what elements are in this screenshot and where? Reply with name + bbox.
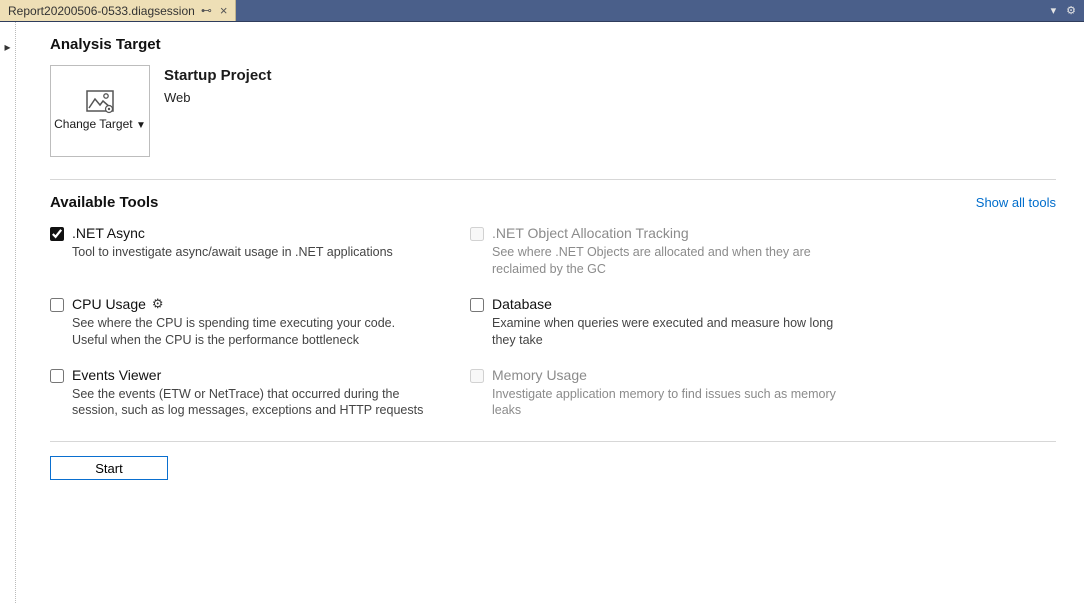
show-all-tools-link[interactable]: Show all tools [976, 195, 1056, 210]
tool-events-viewer: Events Viewer See the events (ETW or NetT… [50, 367, 450, 420]
tool-checkbox-cpu-usage[interactable] [50, 298, 64, 312]
tool-checkbox-events-viewer[interactable] [50, 369, 64, 383]
chevron-down-icon: ▼ [136, 120, 146, 131]
tools-grid: .NET Async Tool to investigate async/awai… [50, 225, 870, 419]
tool-memory-usage: Memory Usage Investigate application memo… [470, 367, 870, 420]
project-subtitle: Web [164, 90, 272, 105]
tool-checkbox-net-async[interactable] [50, 227, 64, 241]
divider [50, 441, 1056, 442]
analysis-target-row: Change Target ▼ Startup Project Web [50, 65, 1056, 157]
tool-name: Database [492, 296, 552, 312]
pin-icon[interactable]: ⊷ [201, 4, 212, 17]
tool-name: .NET Object Allocation Tracking [492, 225, 689, 241]
document-tab[interactable]: Report20200506-0533.diagsession ⊷ × [0, 0, 236, 21]
close-icon[interactable]: × [218, 3, 230, 18]
start-button[interactable]: Start [50, 456, 168, 480]
title-bar: Report20200506-0533.diagsession ⊷ × ▾ ⚙ [0, 0, 1084, 22]
change-target-label: Change Target ▼ [54, 118, 146, 132]
divider [50, 179, 1056, 180]
change-target-button[interactable]: Change Target ▼ [50, 65, 150, 157]
analysis-target-heading: Analysis Target [50, 36, 1056, 53]
tool-database: Database Examine when queries were execut… [470, 296, 870, 349]
tool-checkbox-net-alloc [470, 227, 484, 241]
tool-name: Memory Usage [492, 367, 587, 383]
picture-gear-icon [86, 90, 114, 114]
tool-name: .NET Async [72, 225, 145, 241]
gear-icon[interactable]: ⚙ [1066, 4, 1076, 17]
tool-checkbox-database[interactable] [470, 298, 484, 312]
project-title: Startup Project [164, 67, 272, 84]
tool-description: Tool to investigate async/await usage in… [72, 244, 432, 261]
available-tools-heading: Available Tools [50, 194, 158, 211]
tool-checkbox-memory-usage [470, 369, 484, 383]
title-actions: ▾ ⚙ [1051, 0, 1084, 21]
expand-icon[interactable]: ▸ [4, 40, 10, 54]
tool-description: See where .NET Objects are allocated and… [492, 244, 852, 278]
tool-description: See where the CPU is spending time execu… [72, 315, 432, 349]
tool-name: CPU Usage [72, 296, 146, 312]
tool-description: See the events (ETW or NetTrace) that oc… [72, 386, 432, 420]
tool-net-async: .NET Async Tool to investigate async/awai… [50, 225, 450, 278]
tab-title: Report20200506-0533.diagsession [8, 4, 195, 18]
gear-icon[interactable]: ⚙ [152, 296, 164, 312]
tool-cpu-usage: CPU Usage ⚙ See where the CPU is spending … [50, 296, 450, 349]
tool-name: Events Viewer [72, 367, 161, 383]
tool-description: Investigate application memory to find i… [492, 386, 852, 420]
content-area: Analysis Target Change Target ▼ Startup … [16, 22, 1084, 603]
dropdown-icon[interactable]: ▾ [1051, 4, 1057, 17]
tool-description: Examine when queries were executed and m… [492, 315, 852, 349]
tool-net-alloc: .NET Object Allocation Tracking See where… [470, 225, 870, 278]
collapse-rail: ▸ [0, 22, 16, 603]
title-spacer [236, 0, 1050, 21]
